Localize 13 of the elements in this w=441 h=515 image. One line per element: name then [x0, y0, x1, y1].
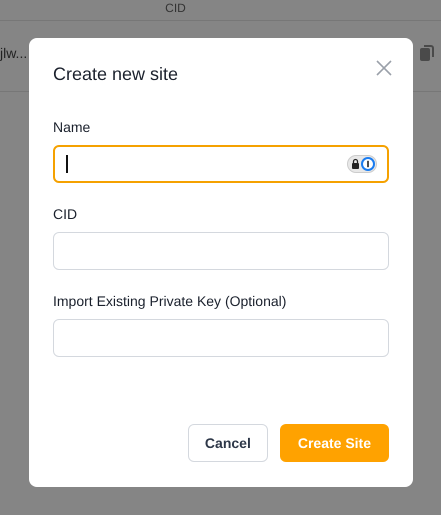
cancel-button[interactable]: Cancel: [188, 424, 268, 462]
copy-icon[interactable]: [419, 44, 435, 62]
field-label: Name: [53, 119, 92, 135]
input-field[interactable]: [53, 232, 389, 270]
field-label: Import Existing Private Key (Optional): [53, 293, 288, 309]
input-field[interactable]: [53, 145, 389, 183]
input-field[interactable]: [53, 319, 389, 357]
close-icon[interactable]: [376, 60, 392, 76]
field-label: CID: [53, 206, 78, 222]
column-header: CID: [165, 1, 186, 17]
password-manager-icon[interactable]: [347, 155, 377, 173]
table-cell: jlw...: [0, 45, 28, 61]
dialog-title: Create new site: [53, 64, 178, 85]
